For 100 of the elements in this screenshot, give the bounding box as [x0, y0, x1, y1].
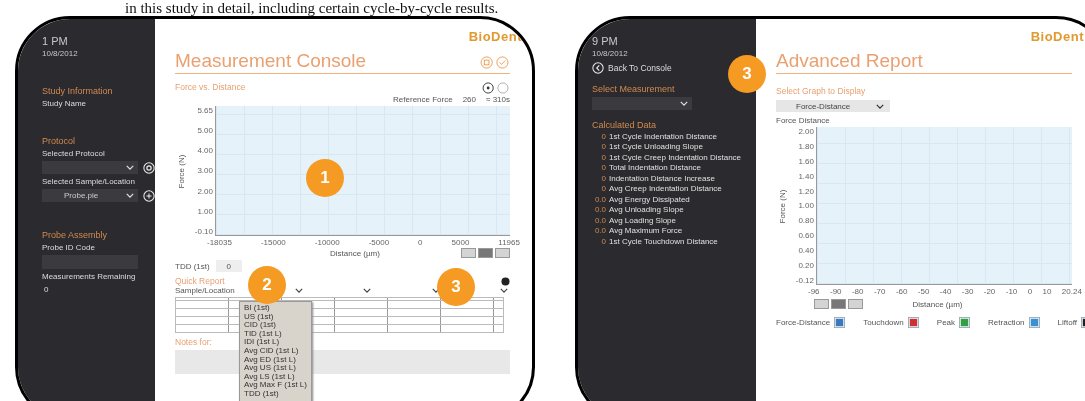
data-value: 0: [600, 236, 606, 246]
legend-label: Force-Distance: [776, 318, 831, 327]
axis-tick-label: 5000: [451, 238, 470, 248]
chevron-icon[interactable]: [294, 288, 303, 293]
record-icon[interactable]: [501, 276, 510, 286]
column-header[interactable]: Sample/Location: [175, 286, 235, 295]
data-value: 0: [600, 163, 606, 172]
data-label[interactable]: Indentation Distance Increase: [609, 173, 715, 183]
save-and-confirm-icons[interactable]: [480, 56, 510, 69]
chevron-icon: [680, 101, 688, 106]
tdd-label: TDD (1st): [175, 261, 210, 271]
menu-item[interactable]: US (1st): [244, 312, 307, 322]
caption-text: in this study in detail, including certain cycle-by-cycle results.: [124, 0, 500, 16]
legend-swatch-icon[interactable]: [907, 317, 919, 328]
data-value: 0.0: [593, 215, 606, 225]
axis-tick-label: -80: [851, 287, 864, 297]
clock-time: 1 PM: [42, 35, 68, 47]
field-label: Selected Sample/Location: [42, 177, 135, 186]
axis-tick-label: 10: [1042, 287, 1052, 297]
zoom-tool-button[interactable]: [495, 248, 510, 258]
field-label: Select Graph to Display: [776, 86, 866, 96]
graph-dropdown[interactable]: Force-Distance: [776, 100, 890, 112]
axis-tick-label: -5000: [368, 238, 390, 248]
axis-tick-label: -18035: [207, 238, 232, 248]
axis-tick-label: -30: [961, 287, 974, 297]
page-title: Advanced Report: [776, 50, 923, 72]
logo-text: BioDent: [468, 29, 522, 44]
axis-tick-label: -70: [873, 287, 886, 297]
axis-tick-label: -10: [1005, 287, 1018, 297]
axis-tick-label: -60: [895, 287, 908, 297]
data-label[interactable]: Avg Creep Indentation Distance: [609, 184, 722, 193]
menu-item[interactable]: BI (1st): [244, 304, 307, 313]
data-label[interactable]: Avg Loading Slope: [609, 215, 677, 225]
section-heading: Quick Report: [175, 276, 225, 286]
chevron-icon: [126, 193, 134, 198]
menu-item[interactable]: Avg ED (1st L): [244, 355, 307, 365]
chevron-icon: [876, 103, 884, 109]
x-axis-label: Distance (µm): [330, 248, 380, 258]
menu-item[interactable]: Avg Max F (1st L): [244, 381, 307, 390]
chevron-icon: [126, 165, 134, 170]
reference-force-value: 260: [462, 95, 477, 104]
legend-swatch-icon[interactable]: [959, 317, 971, 328]
field-label: Probe ID Code: [42, 243, 95, 252]
data-value: 0.0: [593, 226, 606, 235]
data-label[interactable]: 1st Cycle Touchdown Distance: [609, 236, 718, 246]
menu-item[interactable]: IDI (1st L): [244, 338, 307, 347]
axis-tick-label: -0.10: [194, 226, 213, 236]
chevron-icon[interactable]: [363, 288, 372, 293]
axis-tick-label: -50: [917, 287, 930, 297]
legend-swatch-icon[interactable]: [1028, 317, 1040, 328]
data-label[interactable]: Avg Maximum Force: [609, 226, 683, 235]
menu-item[interactable]: CID (1st): [244, 321, 307, 330]
zoom-tool-button[interactable]: [848, 299, 863, 309]
date-text: 10/8/2012: [592, 49, 628, 58]
axis-tick-label: -15000: [260, 238, 286, 248]
logo-text: BioDent: [1030, 29, 1084, 44]
data-label[interactable]: Avg Energy Dissipated: [609, 194, 690, 204]
legend-label: Peak: [936, 318, 956, 327]
section-heading: Select Measurement: [592, 84, 675, 94]
menu-item[interactable]: Avg US (1st L): [244, 364, 307, 373]
chart-title: Force vs. Distance: [175, 82, 246, 92]
dropdown[interactable]: Probe.pie: [42, 189, 138, 202]
settings-icon[interactable]: [143, 161, 155, 174]
menu-item[interactable]: Avg CID (1st L): [244, 346, 307, 356]
back-link[interactable]: Back To Console: [608, 63, 672, 73]
zoom-tool-button[interactable]: [814, 299, 829, 309]
data-label[interactable]: Total Indentation Distance: [609, 163, 702, 172]
date-text: 10/8/2012: [42, 49, 78, 58]
legend-label: Touchdown: [863, 318, 904, 327]
data-label[interactable]: 1st Cycle Creep Indentation Distance: [609, 152, 742, 162]
chart-control-icons[interactable]: [482, 82, 510, 94]
y-axis-label: Force (N): [177, 154, 187, 188]
menu-item[interactable]: Avg LS (1st L): [244, 372, 307, 382]
legend-label: Liftoff: [1057, 318, 1077, 327]
axis-tick-label: 2.00: [798, 127, 814, 136]
data-label[interactable]: Avg Unloading Slope: [609, 205, 684, 214]
menu-item[interactable]: TID (1st L): [244, 329, 307, 339]
axis-tick-label: -0.12: [795, 275, 814, 285]
axis-tick-label: -90: [829, 287, 842, 297]
number-badge: 3: [437, 268, 475, 306]
axis-tick-label: 20.24: [1061, 287, 1082, 297]
add-icon[interactable]: [143, 189, 155, 202]
axis-tick-label: 1.80: [798, 141, 814, 151]
zoom-tool-button[interactable]: [461, 248, 476, 258]
axis-tick-label: 0.80: [798, 216, 814, 226]
axis-tick-label: 1.40: [798, 171, 814, 181]
legend-swatch-icon[interactable]: [834, 317, 846, 328]
field-label: Study Name: [42, 99, 87, 108]
field-label: Selected Protocol: [42, 149, 105, 158]
value-text: 0: [43, 285, 49, 294]
section-heading: Probe Assembly: [42, 230, 108, 240]
axis-tick-label: 0.40: [798, 246, 814, 256]
data-label[interactable]: 1st Cycle Unloading Slope: [609, 142, 703, 151]
section-heading: Calculated Data: [592, 120, 657, 130]
menu-item[interactable]: TDD (1st): [244, 389, 307, 399]
chevron-icon[interactable]: [499, 288, 508, 293]
page-title: Measurement Console: [175, 50, 367, 72]
data-value: 0: [600, 131, 606, 141]
data-label[interactable]: 1st Cycle Indentation Distance: [609, 131, 718, 141]
tdd-field[interactable]: 0: [215, 260, 242, 272]
